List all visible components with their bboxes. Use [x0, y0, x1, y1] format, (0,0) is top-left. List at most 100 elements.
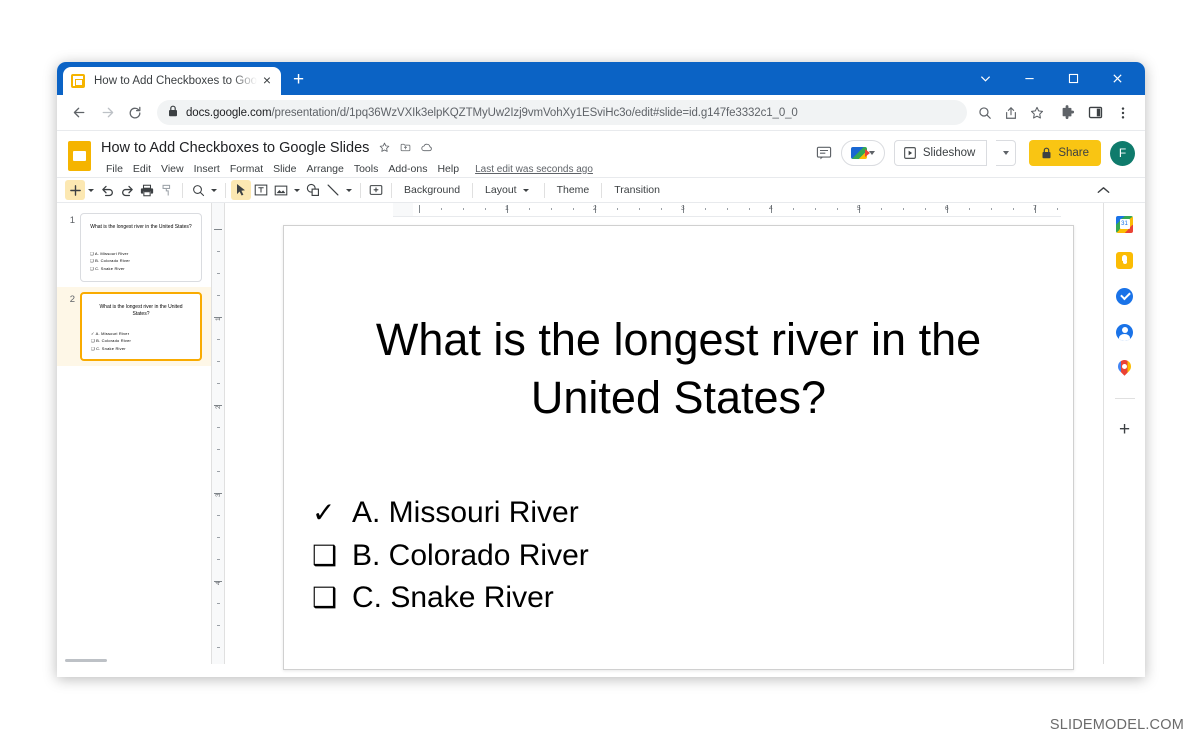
menu-item-tools[interactable]: Tools [349, 161, 384, 177]
chevron-down-icon[interactable] [963, 62, 1007, 95]
slide-thumbnail-2[interactable]: 2 What is the longest river in the Unite… [57, 287, 211, 366]
google-maps-icon[interactable] [1116, 359, 1134, 377]
textbox-icon[interactable] [251, 180, 271, 200]
forward-icon[interactable] [93, 99, 121, 127]
undo-icon[interactable] [97, 180, 117, 200]
checkmark-icon: ✓ [306, 493, 352, 533]
slide-title-text[interactable]: What is the longest river in the United … [332, 311, 1025, 426]
meet-button[interactable] [841, 140, 885, 166]
bottom-peek [225, 644, 1103, 664]
option-text: A. Missouri River [352, 492, 579, 535]
menu-item-file[interactable]: File [101, 161, 128, 177]
toolbar-divider [601, 183, 602, 198]
comment-add-icon[interactable] [366, 180, 386, 200]
zoom-icon[interactable] [188, 180, 208, 200]
checkbox-icon: ❑ [306, 578, 352, 618]
print-icon[interactable] [137, 180, 157, 200]
bookmark-star-icon[interactable] [1024, 99, 1050, 127]
google-contacts-icon[interactable] [1116, 323, 1134, 341]
reload-icon[interactable] [121, 99, 149, 127]
ruler-tick [217, 537, 220, 538]
slide-option-b: ❑ B. Colorado River [306, 535, 589, 578]
add-addon-button[interactable]: + [1119, 420, 1130, 439]
ruler-number: 2 [593, 205, 597, 212]
slide-thumb[interactable]: What is the longest river in the United … [80, 213, 202, 282]
menu-item-view[interactable]: View [156, 161, 189, 177]
chevron-down-icon[interactable] [88, 189, 94, 192]
google-slides-logo-icon[interactable] [68, 141, 91, 171]
paint-format-icon[interactable] [157, 180, 177, 200]
page-title[interactable]: How to Add Checkboxes to Google Slides [101, 140, 369, 156]
ruler-tick [217, 273, 220, 274]
tab-close-icon[interactable]: × [257, 71, 273, 91]
slide-thumbnail-1[interactable]: 1 What is the longest river in the Unite… [57, 208, 211, 287]
horizontal-ruler: 123456789 [393, 203, 1061, 217]
select-icon[interactable] [231, 180, 251, 200]
share-label: Share [1058, 147, 1089, 159]
chevron-down-icon [523, 189, 529, 192]
address-bar[interactable]: docs.google.com/presentation/d/1pq36WzVX… [157, 100, 967, 125]
menu-item-slide[interactable]: Slide [268, 161, 301, 177]
share-button[interactable]: Share [1029, 140, 1101, 166]
active-slide[interactable]: What is the longest river in the United … [283, 225, 1074, 670]
ruler-tick [217, 603, 220, 604]
document-header: How to Add Checkboxes to Google Slides F… [57, 131, 1145, 177]
ruler-tick [815, 208, 816, 210]
line-icon[interactable] [323, 180, 343, 200]
maximize-icon[interactable] [1051, 62, 1095, 95]
menu-item-addons[interactable]: Add-ons [383, 161, 432, 177]
ruler-tick [485, 208, 486, 210]
transition-button[interactable]: Transition [607, 182, 667, 198]
more-menu-icon[interactable] [1109, 99, 1137, 127]
slide-options-list[interactable]: ✓ A. Missouri River ❑ B. Colorado River … [306, 492, 589, 620]
back-icon[interactable] [65, 99, 93, 127]
slide-thumb[interactable]: What is the longest river in the United … [80, 292, 202, 361]
new-tab-button[interactable]: + [293, 70, 304, 89]
google-calendar-icon[interactable] [1116, 215, 1134, 233]
slideshow-button[interactable]: Slideshow [894, 140, 987, 166]
chevron-down-icon[interactable] [211, 189, 217, 192]
comment-icon[interactable] [816, 145, 832, 161]
side-addon-rail: + [1103, 203, 1145, 664]
ruler-tick [639, 208, 640, 210]
ruler-number: 1 [505, 205, 509, 212]
shape-icon[interactable] [303, 180, 323, 200]
menu-item-insert[interactable]: Insert [189, 161, 225, 177]
layout-button[interactable]: Layout [478, 182, 539, 198]
checkbox-icon: ❑ [306, 536, 352, 576]
background-button[interactable]: Background [397, 182, 467, 198]
menu-item-arrange[interactable]: Arrange [301, 161, 348, 177]
option-text: C. Snake River [352, 577, 554, 620]
star-icon[interactable] [379, 142, 390, 153]
last-edit-status[interactable]: Last edit was seconds ago [475, 164, 593, 175]
side-panel-icon[interactable] [1081, 99, 1109, 127]
avatar[interactable]: F [1110, 141, 1135, 166]
collapse-menu-icon[interactable] [1093, 180, 1113, 200]
slide-filmstrip[interactable]: 1 What is the longest river in the Unite… [57, 203, 212, 664]
browser-tab[interactable]: How to Add Checkboxes to Goog × [63, 67, 281, 95]
redo-icon[interactable] [117, 180, 137, 200]
thumb-option: ❑ C. Snake River [90, 266, 125, 271]
extensions-icon[interactable] [1053, 99, 1081, 127]
share-icon[interactable] [998, 99, 1024, 127]
google-tasks-icon[interactable] [1116, 287, 1134, 305]
filmstrip-scrollbar[interactable] [65, 659, 107, 662]
chevron-down-icon[interactable] [346, 189, 352, 192]
menu-item-format[interactable]: Format [225, 161, 268, 177]
theme-button[interactable]: Theme [550, 182, 597, 198]
window-controls [963, 62, 1139, 95]
close-icon[interactable] [1095, 62, 1139, 95]
menu-item-help[interactable]: Help [432, 161, 464, 177]
minimize-icon[interactable] [1007, 62, 1051, 95]
new-slide-icon[interactable] [65, 180, 85, 200]
option-text: B. Colorado River [352, 535, 589, 578]
slideshow-options-button[interactable] [996, 140, 1016, 166]
image-icon[interactable] [271, 180, 291, 200]
move-to-folder-icon[interactable] [400, 142, 411, 153]
menu-item-edit[interactable]: Edit [128, 161, 156, 177]
ruler-tick [217, 339, 220, 340]
chevron-down-icon[interactable] [294, 189, 300, 192]
thumb-options: ✓ A. Missouri River ❑ B. Colorado River … [91, 330, 131, 352]
google-keep-icon[interactable] [1116, 251, 1134, 269]
search-icon[interactable] [972, 99, 998, 127]
